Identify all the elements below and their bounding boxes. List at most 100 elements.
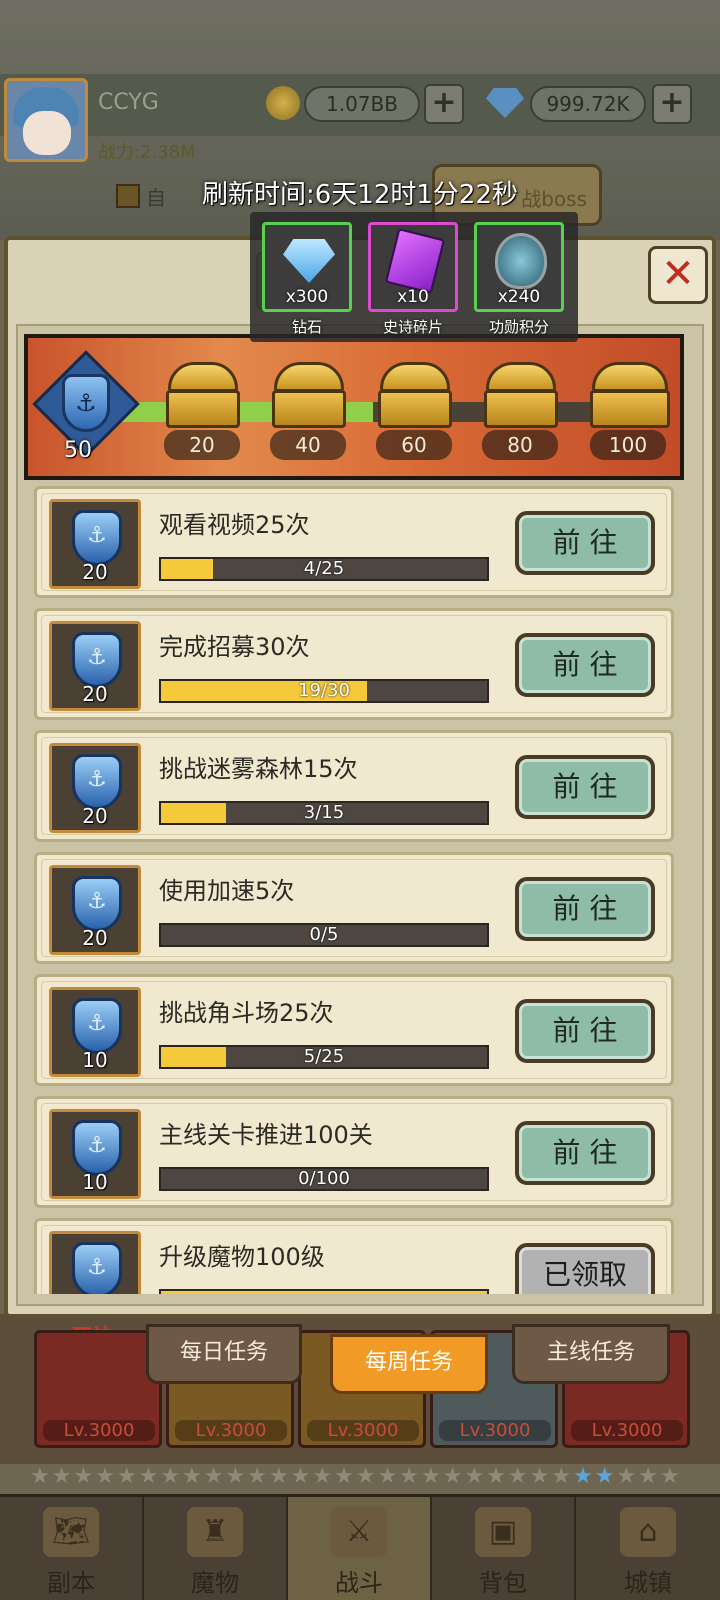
- add-gems-button[interactable]: +: [652, 84, 692, 124]
- task-points: 10: [82, 1170, 108, 1194]
- gem-amount: 999.72K: [530, 86, 646, 122]
- activity-progress-banner: ⚓ 50 20 40 60 80 100: [24, 334, 684, 480]
- task-title: 完成招募30次: [159, 633, 310, 661]
- avatar[interactable]: [4, 78, 88, 162]
- task-progress-bar: [159, 1289, 489, 1294]
- reward-name: 史诗碎片: [382, 318, 443, 336]
- task-points: 10: [82, 1048, 108, 1072]
- task-reward-frame: ⚓ 20: [49, 621, 141, 711]
- chest-lid: [486, 362, 556, 392]
- milestone-label: 20: [164, 430, 240, 460]
- anchor-icon: ⚓: [87, 1255, 107, 1280]
- nav-battle[interactable]: ⚔ 战斗: [288, 1497, 432, 1600]
- reward-frame: x240: [474, 222, 564, 312]
- chest-icon[interactable]: [376, 362, 454, 428]
- go-button[interactable]: 前 往: [515, 877, 655, 941]
- task-points: 20: [82, 682, 108, 706]
- task-points: 20: [82, 560, 108, 584]
- reward-name: 功勋积分: [488, 318, 549, 336]
- task-card: ⚓ 20 完成招募30次 19/30 前 往: [34, 608, 674, 720]
- reward-item: x300 钻石: [262, 222, 352, 342]
- milestone-label: 60: [376, 430, 452, 460]
- chest-lid: [592, 362, 668, 392]
- chest-icon[interactable]: [164, 362, 242, 428]
- go-button[interactable]: 前 往: [515, 999, 655, 1063]
- task-points: 20: [82, 926, 108, 950]
- nav-town[interactable]: ⌂ 城镇: [576, 1497, 720, 1600]
- reward-count: x240: [497, 287, 541, 307]
- chest-lid: [168, 362, 238, 392]
- task-card: ⚓ 20 挑战迷雾森林15次 3/15 前 往: [34, 730, 674, 842]
- anchor-icon: ⚓: [75, 389, 97, 417]
- tab-daily-tasks[interactable]: 每日任务: [146, 1324, 302, 1384]
- nav-label: 副本: [47, 1569, 95, 1597]
- task-progress-text: [161, 1291, 487, 1294]
- task-reward-frame: ⚓ 20: [49, 865, 141, 955]
- task-reward-frame: ⚓ 10: [49, 1231, 141, 1294]
- go-button[interactable]: 前 往: [515, 511, 655, 575]
- chest-icon[interactable]: [482, 362, 560, 428]
- hero-stars: ★★★★★★★★★★★★★★★★★★★★★★★★★★★★★★: [30, 1464, 682, 1489]
- monster-icon: ♜: [187, 1507, 243, 1557]
- task-progress-text: 4/25: [303, 558, 345, 579]
- nav-label: 城镇: [624, 1569, 672, 1597]
- reward-name: 钻石: [291, 318, 322, 336]
- player-name: CCYG: [98, 90, 159, 115]
- reward-frame: x300: [262, 222, 352, 312]
- nav-monsters[interactable]: ♜ 魔物: [144, 1497, 288, 1600]
- combat-power: 战力:2.38M: [98, 142, 196, 163]
- nav-label: 背包: [479, 1569, 527, 1597]
- activity-shield-icon: ⚓: [72, 998, 122, 1054]
- task-progress-bar: 5/25: [159, 1045, 489, 1069]
- task-title: 升级魔物100级: [159, 1243, 325, 1271]
- anchor-icon: ⚓: [87, 889, 107, 914]
- backpack-icon: ▣: [475, 1507, 531, 1557]
- tab-main-tasks[interactable]: 主线任务: [512, 1324, 670, 1384]
- reward-count: x300: [285, 287, 329, 307]
- chest-body: [272, 390, 346, 428]
- milestone-label: 100: [590, 430, 666, 460]
- go-button[interactable]: 前 往: [515, 1121, 655, 1185]
- add-gold-button[interactable]: +: [424, 84, 464, 124]
- task-title: 使用加速5次: [159, 877, 295, 905]
- activity-shield-icon: ⚓: [72, 1120, 122, 1176]
- milestone-label: 40: [270, 430, 346, 460]
- auto-checkbox[interactable]: [116, 184, 140, 208]
- task-reward-frame: ⚓ 10: [49, 1109, 141, 1199]
- task-progress-text: 3/15: [303, 802, 345, 823]
- task-list[interactable]: ⚓ 20 观看视频25次 4/25 前 往 ⚓ 20 完成招募30次 19/30 前 往 ⚓ 20 挑战…: [34, 486, 674, 1294]
- task-progress-bar: 0/5: [159, 923, 489, 947]
- task-title: 主线关卡推进100关: [159, 1121, 373, 1149]
- chest-icon[interactable]: [270, 362, 348, 428]
- diamond-icon: [283, 239, 335, 283]
- anchor-icon: ⚓: [87, 1011, 107, 1036]
- task-progress-text: 19/30: [298, 680, 350, 701]
- nav-backpack[interactable]: ▣ 背包: [432, 1497, 576, 1600]
- map-icon: 🗺: [43, 1507, 99, 1557]
- go-button[interactable]: 前 往: [515, 755, 655, 819]
- shield-core: ⚓: [62, 374, 110, 432]
- activity-points: 50: [64, 438, 92, 463]
- chest-lid: [380, 362, 450, 392]
- anchor-icon: ⚓: [87, 645, 107, 670]
- nav-dungeon[interactable]: 🗺 副本: [0, 1497, 144, 1600]
- crossed-swords-icon: ⚔: [331, 1507, 387, 1557]
- hero-card[interactable]: Lv.3000: [34, 1330, 162, 1448]
- go-button[interactable]: 前 往: [515, 633, 655, 697]
- claimed-button[interactable]: 已领取: [515, 1243, 655, 1294]
- hero-level: Lv.3000: [307, 1420, 419, 1441]
- grand-chest-icon[interactable]: [588, 362, 672, 428]
- task-card: ⚓ 10 升级魔物100级 已领取: [34, 1218, 674, 1294]
- gold-coin-icon: [266, 86, 300, 120]
- task-points: 10: [52, 1292, 138, 1294]
- merit-points-icon: [495, 233, 547, 289]
- chest-body: [590, 390, 670, 428]
- chest-body: [484, 390, 558, 428]
- task-card: ⚓ 20 观看视频25次 4/25 前 往: [34, 486, 674, 598]
- close-button[interactable]: ✕: [648, 246, 708, 304]
- tab-weekly-tasks[interactable]: 每周任务: [330, 1334, 488, 1394]
- hero-level: Lv.3000: [439, 1420, 551, 1441]
- task-progress-bar: 0/100: [159, 1167, 489, 1191]
- task-title: 观看视频25次: [159, 511, 310, 539]
- task-card: ⚓ 10 主线关卡推进100关 0/100 前 往: [34, 1096, 674, 1208]
